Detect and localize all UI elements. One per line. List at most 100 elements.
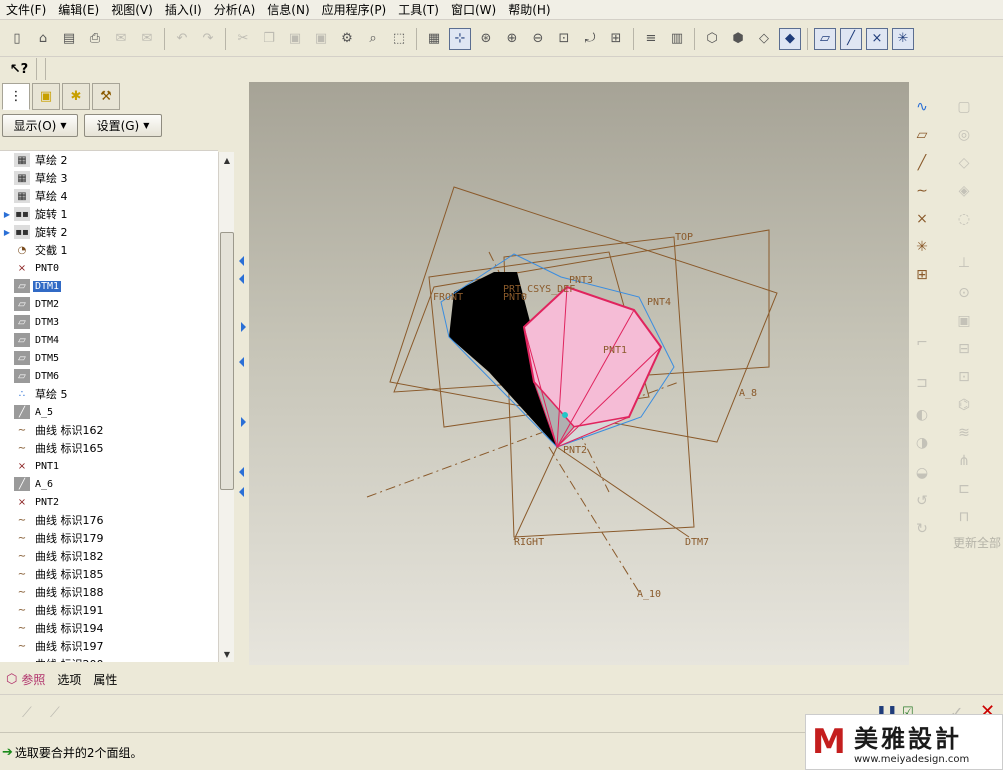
boundary-blend-icon[interactable]: ◌ xyxy=(953,208,975,230)
datum-planes-icon[interactable]: ▱ xyxy=(814,27,836,50)
folder-browser-tab[interactable]: ▣ xyxy=(32,83,60,110)
undo-icon[interactable]: ↶ xyxy=(171,28,193,50)
tree-item[interactable]: × PNT0 xyxy=(0,259,218,277)
tree-item[interactable]: ∼ 曲线 标识191 xyxy=(0,601,218,619)
extrude-tool-icon[interactable]: ▢ xyxy=(953,96,975,118)
zoom-out-icon[interactable]: ⊖ xyxy=(527,28,549,50)
tree-item[interactable]: ▱ DTM5 xyxy=(0,349,218,367)
favorites-tab[interactable]: ✱ xyxy=(62,83,90,110)
sketch-tool-icon[interactable]: ∿ xyxy=(911,96,933,118)
datum-plane-tool-icon[interactable]: ▱ xyxy=(911,124,933,146)
tree-item[interactable]: ∼ 曲线 标识179 xyxy=(0,529,218,547)
regenerate-all-label[interactable]: 更新全部 xyxy=(953,534,1001,551)
rib-tool-icon[interactable]: ▣ xyxy=(953,310,975,332)
menu-item-7[interactable]: 工具(T) xyxy=(392,0,445,20)
shell-tool-icon[interactable]: ⊙ xyxy=(953,282,975,304)
pattern-tool-icon[interactable]: ≋ xyxy=(953,422,975,444)
model-tree[interactable]: ▦ 草绘 2 ▦ 草绘 3 ▦ 草绘 4 ▶ ▪▪ 旋转 1 ▶ ▪▪ 旋转 2 ◔ 交截 1 × PNT0 ▱… xyxy=(0,150,218,662)
model-display-icon[interactable]: ▥ xyxy=(666,28,688,50)
round-tool-icon[interactable]: ⊡ xyxy=(953,366,975,388)
tree-item[interactable]: ∼ 曲线 标识197 xyxy=(0,637,218,655)
model-view[interactable]: TOP FRONT RIGHT DTM7 A_8 A_10 PNT0 PNT1 … xyxy=(249,82,909,665)
tree-item[interactable]: × PNT2 xyxy=(0,493,218,511)
connections-tab[interactable]: ⚒ xyxy=(92,83,120,110)
menu-item-6[interactable]: 应用程序(P) xyxy=(316,0,393,20)
expand-icon[interactable]: ▶ xyxy=(0,228,14,237)
tree-item[interactable]: ▦ 草绘 4 xyxy=(0,187,218,205)
paste-special-icon[interactable]: ▣ xyxy=(310,28,332,50)
no-hidden-icon[interactable]: ◇ xyxy=(753,28,775,50)
regenerate-icon[interactable]: ⚙ xyxy=(336,28,358,50)
tree-item[interactable]: ∼ 曲线 标识162 xyxy=(0,421,218,439)
merge-tool-icon[interactable]: ⊏ xyxy=(953,478,975,500)
tree-item[interactable]: ▦ 草绘 2 xyxy=(0,151,218,169)
tree-item[interactable]: ∼ 曲线 标识194 xyxy=(0,619,218,637)
tree-item[interactable]: ∼曲线 标识200 xyxy=(0,655,218,662)
scroll-down-icon[interactable]: ▼ xyxy=(219,646,235,662)
saved-views-icon[interactable]: ⊞ xyxy=(605,28,627,50)
tree-item[interactable]: ▱ DTM1 xyxy=(0,277,218,295)
draft-tool-icon[interactable]: ⊟ xyxy=(953,338,975,360)
copy-icon[interactable]: ❐ xyxy=(258,28,280,50)
display-dropdown[interactable]: 显示(O) ▼ xyxy=(2,113,78,137)
tree-item[interactable]: ∼ 曲线 标识182 xyxy=(0,547,218,565)
tree-item[interactable]: × PNT1 xyxy=(0,457,218,475)
tab-properties[interactable]: 属性 xyxy=(93,671,117,688)
send-icon[interactable]: ✉ xyxy=(110,28,132,50)
tree-item[interactable]: ∼ 曲线 标识185 xyxy=(0,565,218,583)
zoom-in-icon[interactable]: ⊕ xyxy=(501,28,523,50)
coord-sys-icon[interactable]: ✳ xyxy=(892,27,914,50)
analysis-tool-icon[interactable]: ⊞ xyxy=(911,264,933,286)
blend-tool-icon[interactable]: ◈ xyxy=(953,180,975,202)
datum-points-icon[interactable]: × xyxy=(866,27,888,50)
wireframe-icon[interactable]: ⬡ xyxy=(701,28,723,50)
tree-item[interactable]: ╱ A_6 xyxy=(0,475,218,493)
hole-tool-icon[interactable]: ⊥ xyxy=(953,252,975,274)
menu-item-1[interactable]: 编辑(E) xyxy=(52,0,105,20)
tree-item[interactable]: ◔ 交截 1 xyxy=(0,241,218,259)
layers-icon[interactable]: ≡ xyxy=(640,28,662,50)
tree-item[interactable]: ▱ DTM3 xyxy=(0,313,218,331)
warp-tool-icon[interactable]: ↻ xyxy=(911,518,933,540)
settings-dropdown[interactable]: 设置(G) ▼ xyxy=(84,113,162,137)
tab-references[interactable]: 参照 xyxy=(21,671,45,688)
solidify-tool-icon[interactable]: ◑ xyxy=(911,432,933,454)
menu-item-8[interactable]: 窗口(W) xyxy=(445,0,502,20)
paste-icon[interactable]: ▣ xyxy=(284,28,306,50)
tree-item[interactable]: ▱ DTM4 xyxy=(0,331,218,349)
merge-option-icon[interactable]: ⟋ xyxy=(22,705,32,721)
tree-item[interactable]: ╱ A_5 xyxy=(0,403,218,421)
spin-center-icon[interactable]: ⊹ xyxy=(449,27,471,50)
intersect-tool-icon[interactable]: ↺ xyxy=(911,490,933,512)
new-icon[interactable]: ▯ xyxy=(6,28,28,50)
coord-sys-tool-icon[interactable]: ✳ xyxy=(911,236,933,258)
mirror-tool-icon[interactable]: ⋔ xyxy=(953,450,975,472)
cut-icon[interactable]: ✂ xyxy=(232,28,254,50)
scroll-thumb[interactable] xyxy=(220,232,234,490)
context-help-icon[interactable]: ↖? xyxy=(8,58,30,80)
menu-item-9[interactable]: 帮助(H) xyxy=(502,0,556,20)
find-icon[interactable]: ⌕ xyxy=(362,28,384,50)
menu-item-4[interactable]: 分析(A) xyxy=(208,0,262,20)
fill-tool-icon[interactable]: ◒ xyxy=(911,462,933,484)
menu-item-5[interactable]: 信息(N) xyxy=(261,0,315,20)
reorient-icon[interactable]: ⤾ xyxy=(579,28,601,50)
panel-splitter[interactable] xyxy=(234,82,249,664)
menu-item-2[interactable]: 视图(V) xyxy=(105,0,159,20)
revolve-tool-icon[interactable]: ◎ xyxy=(953,124,975,146)
scroll-up-icon[interactable]: ▲ xyxy=(219,152,235,168)
sweep-tool-icon[interactable]: ◇ xyxy=(953,152,975,174)
thicken-tool-icon[interactable]: ◐ xyxy=(911,404,933,426)
send-mail-icon[interactable]: ✉ xyxy=(136,28,158,50)
open-icon[interactable]: ⌂ xyxy=(32,28,54,50)
tree-item[interactable]: ▱ DTM6 xyxy=(0,367,218,385)
refit-icon[interactable]: ⊡ xyxy=(553,28,575,50)
datum-point-tool-icon[interactable]: × xyxy=(911,208,933,230)
datum-axis-tool-icon[interactable]: ╱ xyxy=(911,152,933,174)
datum-curve-tool-icon[interactable]: ∼ xyxy=(911,180,933,202)
tree-item[interactable]: ∼ 曲线 标识165 xyxy=(0,439,218,457)
datum-axes-icon[interactable]: ╱ xyxy=(840,27,862,50)
graphics-window[interactable]: TOP FRONT RIGHT DTM7 A_8 A_10 PNT0 PNT1 … xyxy=(249,82,909,665)
hidden-line-icon[interactable]: ⬢ xyxy=(727,28,749,50)
tree-item[interactable]: ▶ ▪▪ 旋转 1 xyxy=(0,205,218,223)
